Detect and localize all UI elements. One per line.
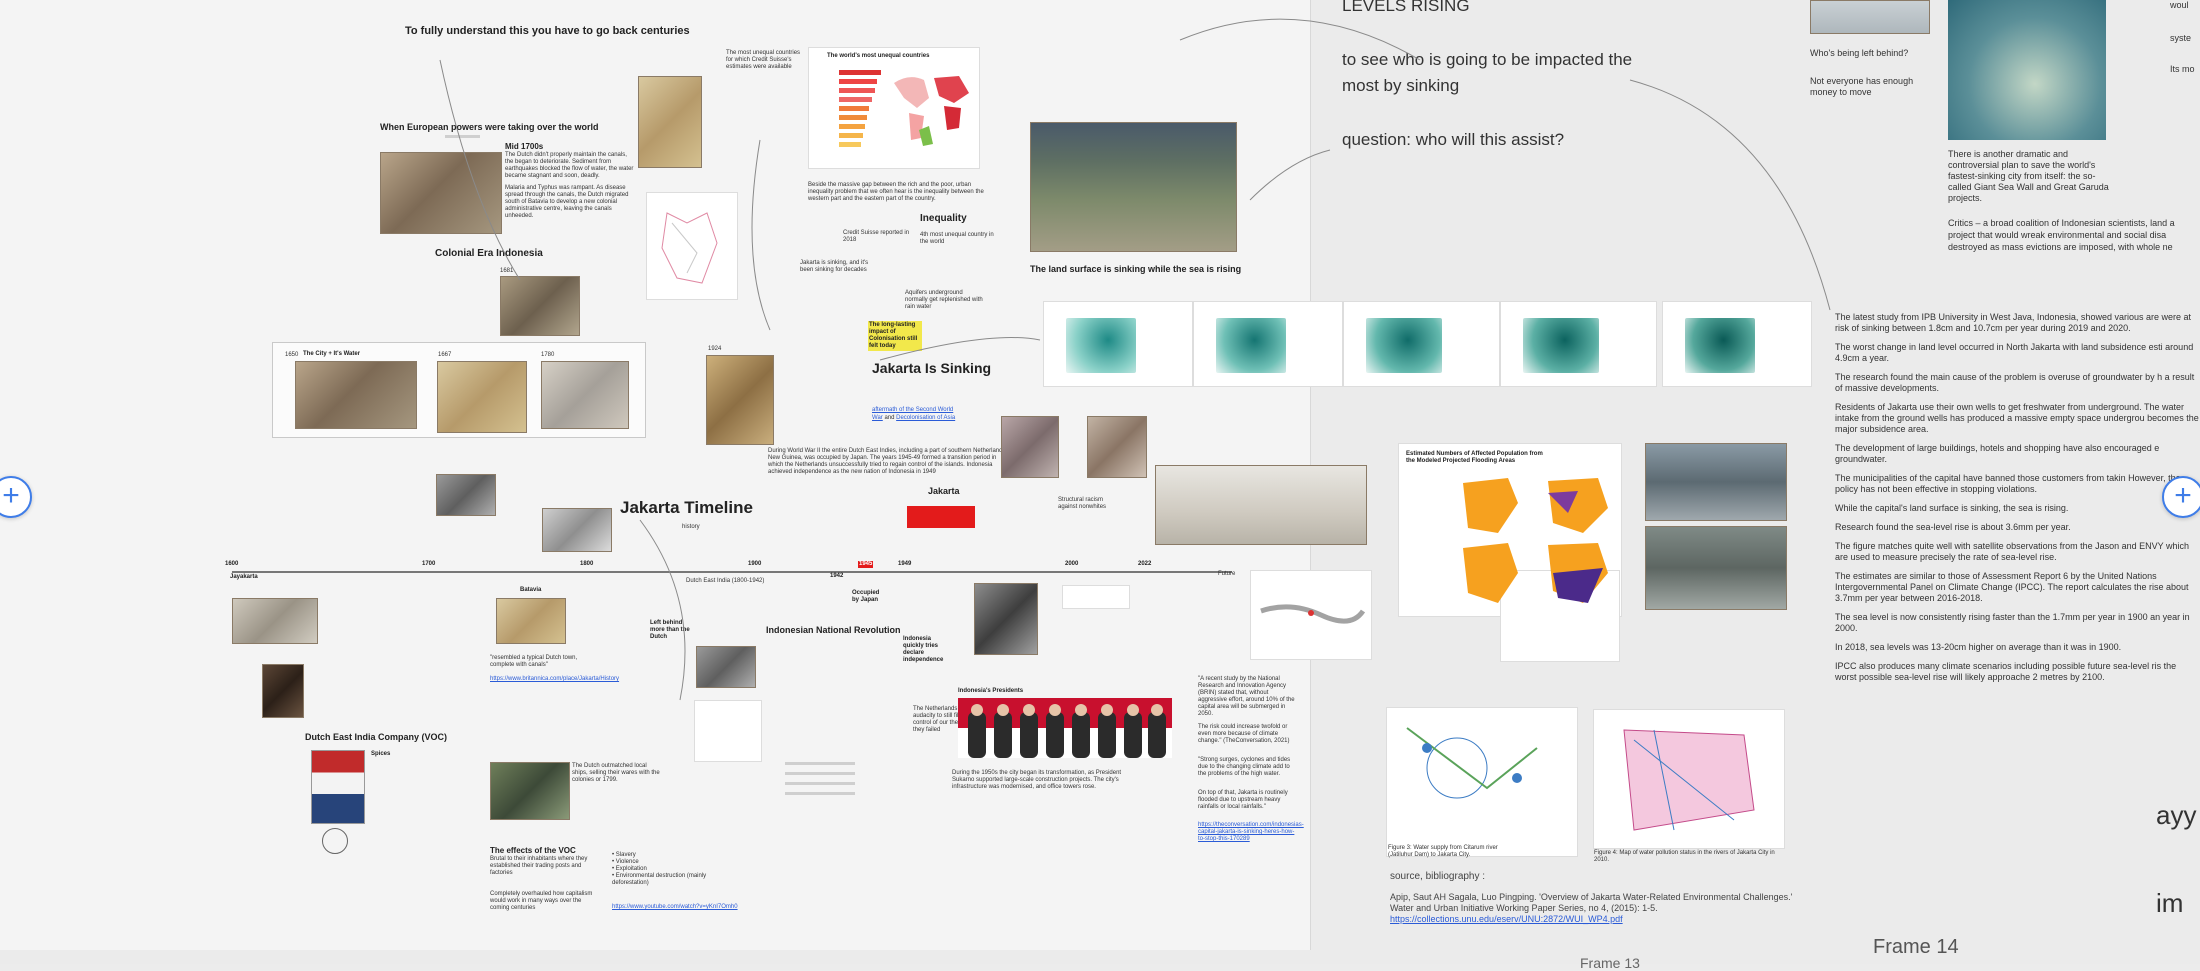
connector — [751, 139, 771, 331]
connector — [1249, 149, 1331, 201]
connector — [1179, 18, 1421, 61]
connector — [1629, 79, 1831, 311]
connector — [639, 519, 686, 701]
connector — [879, 337, 1041, 361]
connector — [439, 59, 521, 281]
connector-lines — [439, 18, 1831, 701]
